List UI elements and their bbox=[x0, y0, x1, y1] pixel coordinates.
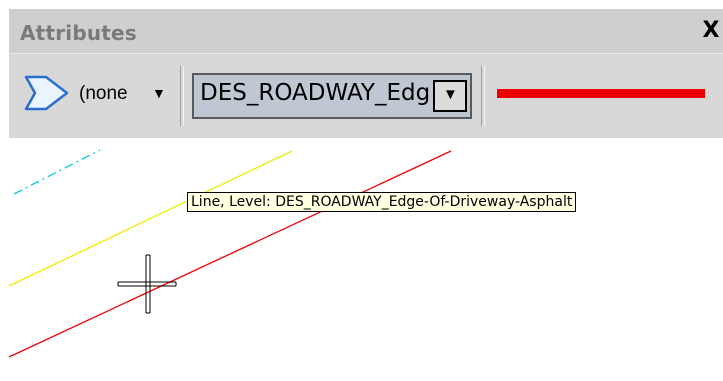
shape-icon bbox=[24, 75, 69, 111]
line-color-swatch[interactable] bbox=[497, 89, 705, 98]
element-type-dropdown[interactable]: (none ▼ bbox=[17, 70, 177, 120]
separator bbox=[481, 66, 485, 126]
crosshair-cursor bbox=[117, 254, 177, 314]
attributes-toolbar: Attributes X (none ▼ DES_ROADWAY_Edg ▼ bbox=[9, 9, 723, 138]
element-type-label: (none bbox=[79, 83, 128, 104]
chevron-down-icon[interactable]: ▼ bbox=[152, 85, 166, 101]
close-button[interactable]: X bbox=[699, 19, 723, 45]
toolbar-title: Attributes bbox=[20, 21, 137, 45]
level-value[interactable]: DES_ROADWAY_Edg bbox=[200, 80, 440, 106]
separator bbox=[180, 66, 184, 126]
drawing-canvas[interactable] bbox=[0, 137, 723, 381]
toolbar-titlebar[interactable]: Attributes X bbox=[9, 9, 723, 53]
cyan-line[interactable] bbox=[13, 149, 101, 195]
toolbar-body: (none ▼ DES_ROADWAY_Edg ▼ bbox=[9, 53, 723, 138]
level-combobox[interactable]: DES_ROADWAY_Edg ▼ bbox=[192, 73, 472, 119]
tooltip: Line, Level: DES_ROADWAY_Edge-Of-Drivewa… bbox=[187, 192, 577, 212]
level-dropdown-button[interactable]: ▼ bbox=[433, 80, 467, 112]
chevron-down-icon: ▼ bbox=[443, 86, 458, 103]
